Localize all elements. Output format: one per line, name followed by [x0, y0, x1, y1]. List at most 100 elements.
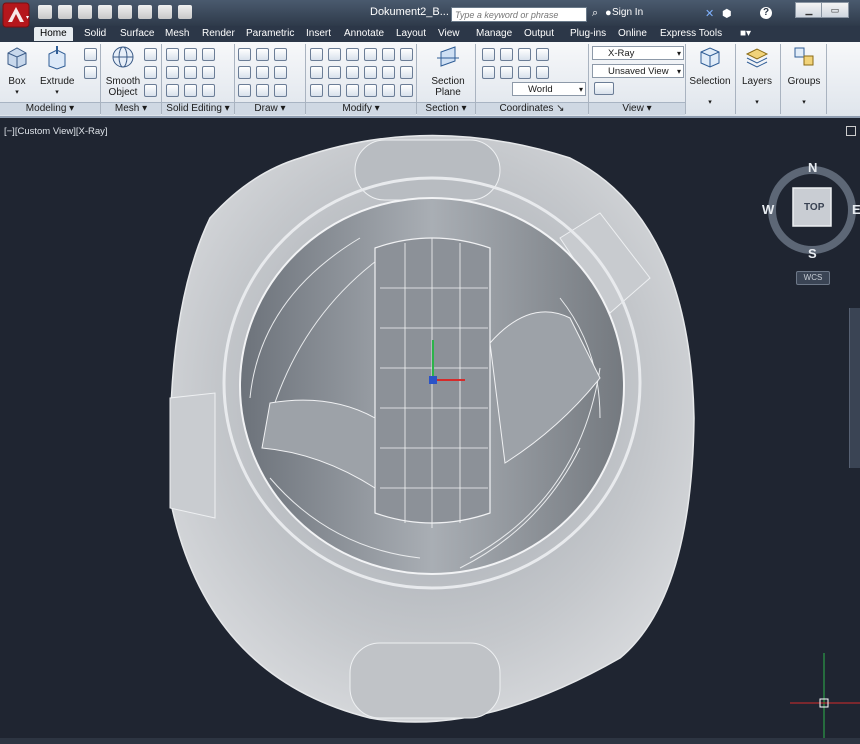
layers-button[interactable]: Layers ▾ — [738, 44, 776, 108]
offset-icon[interactable] — [400, 48, 413, 61]
box-button[interactable]: Box ▾ — [4, 44, 30, 98]
intersect-icon[interactable] — [202, 48, 215, 61]
mesh-box-icon[interactable] — [144, 48, 157, 61]
union-icon[interactable] — [166, 48, 179, 61]
viewcube-top-face[interactable]: TOP — [804, 202, 824, 213]
arc-icon[interactable] — [238, 66, 251, 79]
subscription-icon[interactable]: ⬢ — [722, 7, 732, 20]
3d-move-icon[interactable] — [328, 84, 341, 97]
extract-edges-icon[interactable] — [166, 66, 179, 79]
presspull-icon[interactable] — [84, 66, 97, 79]
hatch-icon[interactable] — [274, 84, 287, 97]
tab-home[interactable]: Home — [34, 27, 73, 41]
spline-icon[interactable] — [274, 66, 287, 79]
solid-editing-panel-label[interactable]: Solid Editing ▾ — [162, 102, 234, 115]
section-panel-label[interactable]: Section ▾ — [417, 102, 475, 115]
restore-button[interactable]: ▭ — [821, 2, 849, 18]
rotate-icon[interactable] — [328, 48, 341, 61]
tab-express-tools[interactable]: Express Tools — [660, 27, 722, 41]
ucs-object-icon[interactable] — [518, 48, 531, 61]
binoculars-icon[interactable]: ⌕ — [592, 7, 598, 20]
selection-button[interactable]: Selection ▾ — [688, 44, 732, 108]
tab-annotate[interactable]: Annotate — [344, 27, 384, 41]
move-icon[interactable] — [310, 48, 323, 61]
explode-icon[interactable] — [400, 66, 413, 79]
print-icon[interactable] — [138, 5, 152, 19]
subtract-icon[interactable] — [184, 48, 197, 61]
ucs-z-icon[interactable] — [536, 66, 549, 79]
tab-render[interactable]: Render — [202, 27, 235, 41]
plot-icon[interactable] — [118, 5, 132, 19]
extrude-faces-icon[interactable] — [184, 66, 197, 79]
compass-west[interactable]: W — [762, 202, 774, 217]
search-input[interactable]: Type a keyword or phrase — [451, 7, 587, 22]
separate-icon[interactable] — [202, 66, 215, 79]
mesh-refine-icon[interactable] — [144, 84, 157, 97]
new-icon[interactable] — [38, 5, 52, 19]
mirror-icon[interactable] — [364, 48, 377, 61]
ribbon-minimize-icon[interactable]: ■▾ — [740, 27, 751, 41]
tab-layout[interactable]: Layout — [396, 27, 426, 41]
save-icon[interactable] — [78, 5, 92, 19]
polygon-icon[interactable] — [256, 84, 269, 97]
compass-south[interactable]: S — [808, 246, 817, 261]
ucs-origin-icon[interactable] — [482, 66, 495, 79]
tab-solid[interactable]: Solid — [84, 27, 106, 41]
3d-rotate-icon[interactable] — [346, 84, 359, 97]
view-panel-label[interactable]: View ▾ — [589, 102, 685, 115]
wcs-menu-button[interactable]: WCS — [796, 271, 830, 285]
compass-east[interactable]: E — [852, 202, 860, 217]
viewcube[interactable]: TOP N S W E — [760, 158, 860, 268]
tab-manage[interactable]: Manage — [476, 27, 512, 41]
shell-icon[interactable] — [184, 84, 197, 97]
application-menu-button[interactable] — [2, 2, 32, 38]
3d-scale-icon[interactable] — [364, 84, 377, 97]
modify-panel-label[interactable]: Modify ▾ — [306, 102, 416, 115]
section-plane-button[interactable]: Section Plane — [428, 44, 468, 98]
tab-output[interactable]: Output — [524, 27, 554, 41]
ucs-x-icon[interactable] — [500, 66, 513, 79]
fillet-edge-icon[interactable] — [202, 84, 215, 97]
ellipse-icon[interactable] — [238, 84, 251, 97]
tab-surface[interactable]: Surface — [120, 27, 154, 41]
viewport-config-icon[interactable] — [594, 82, 614, 95]
undo-icon[interactable] — [158, 5, 172, 19]
tab-online[interactable]: Online — [618, 27, 647, 41]
array-icon[interactable] — [346, 48, 359, 61]
exchange-icon[interactable]: ✕ — [705, 7, 714, 20]
redo-icon[interactable] — [178, 5, 192, 19]
erase-icon[interactable] — [382, 66, 395, 79]
minimize-button[interactable]: ▁ — [795, 2, 823, 18]
save-as-icon[interactable] — [98, 5, 112, 19]
modeling-panel-label[interactable]: Modeling ▾ — [0, 102, 100, 115]
ucs-icon[interactable] — [482, 48, 495, 61]
sign-in-link[interactable]: Sign In — [612, 7, 643, 18]
break-icon[interactable] — [400, 84, 413, 97]
saved-view-dropdown[interactable]: Unsaved View ▾ — [592, 64, 684, 78]
mesh-smooth-icon[interactable] — [144, 66, 157, 79]
ucs-y-icon[interactable] — [518, 66, 531, 79]
circle-icon[interactable] — [274, 48, 287, 61]
ucs-world-icon[interactable] — [500, 48, 513, 61]
tab-mesh[interactable]: Mesh — [165, 27, 189, 41]
help-icon[interactable]: ? — [760, 7, 772, 19]
line-icon[interactable] — [238, 48, 251, 61]
mesh-panel-label[interactable]: Mesh ▾ — [101, 102, 161, 115]
coordinates-panel-label[interactable]: Coordinates ↘ — [476, 102, 588, 115]
compass-north[interactable]: N — [808, 160, 817, 175]
tab-view[interactable]: View — [438, 27, 460, 41]
polysolid-icon[interactable] — [84, 48, 97, 61]
trim-icon[interactable] — [310, 66, 323, 79]
align-icon[interactable] — [310, 84, 323, 97]
stretch-icon[interactable] — [328, 66, 341, 79]
visual-style-dropdown[interactable]: X-Ray ▾ — [592, 46, 684, 60]
ucs-world-dropdown[interactable]: World ▾ — [512, 82, 586, 96]
tab-insert[interactable]: Insert — [306, 27, 331, 41]
ucs-view-icon[interactable] — [536, 48, 549, 61]
tab-parametric[interactable]: Parametric — [246, 27, 294, 41]
smooth-object-button[interactable]: Smooth Object — [104, 44, 142, 98]
navigation-bar[interactable] — [849, 308, 860, 468]
drawing-viewport[interactable]: [−][Custom View][X-Ray] TOP N S W E WCS — [0, 118, 860, 744]
join-icon[interactable] — [382, 84, 395, 97]
scale-icon[interactable] — [382, 48, 395, 61]
